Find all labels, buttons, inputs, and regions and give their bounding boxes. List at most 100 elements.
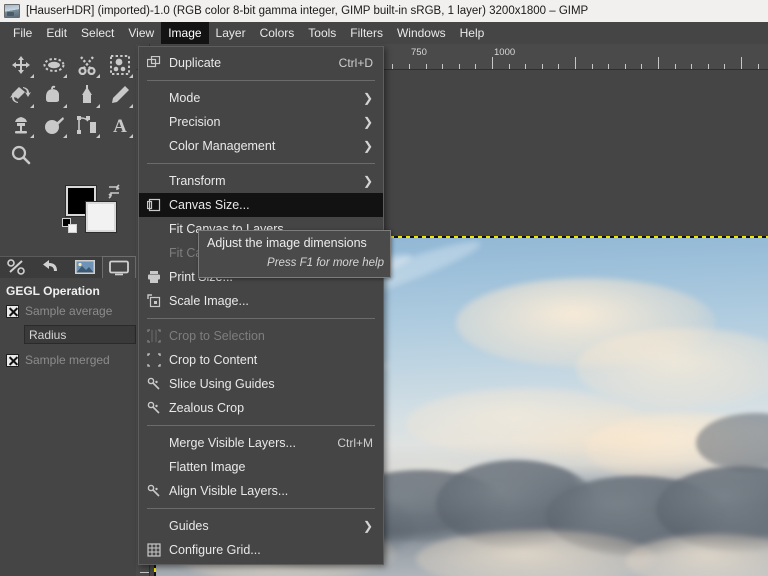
menu-item-label: Merge Visible Layers... — [169, 436, 296, 450]
clone-tool-icon[interactable] — [4, 110, 37, 140]
menu-item-configure-grid[interactable]: Configure Grid... — [139, 538, 383, 562]
menu-item-label: Color Management — [169, 139, 276, 153]
menubar-item-select[interactable]: Select — [74, 22, 121, 44]
menu-item-mode[interactable]: Mode ❯ — [139, 86, 383, 110]
menu-item-label: Flatten Image — [169, 460, 246, 474]
ruler-minor-tick — [691, 64, 692, 69]
sample-merged-label: Sample merged — [25, 353, 110, 367]
tool-triangle-marker — [129, 134, 133, 138]
scale-image-icon — [147, 294, 167, 308]
gradient-tool-icon[interactable] — [70, 80, 103, 110]
menu-item-label: Scale Image... — [169, 294, 249, 308]
reset-colors-icon[interactable] — [62, 218, 78, 234]
paths-tool-icon[interactable] — [70, 110, 103, 140]
menu-item-accel: Ctrl+M — [337, 436, 373, 450]
menu-item-slice-using-guides[interactable]: Slice Using Guides — [139, 372, 383, 396]
tool-triangle-marker — [96, 134, 100, 138]
ellipse-select-tool-icon[interactable] — [37, 50, 70, 80]
menu-item-label: Duplicate — [169, 56, 222, 70]
ruler-minor-tick — [724, 64, 725, 69]
menubar-item-filters[interactable]: Filters — [343, 22, 390, 44]
ruler-minor-tick — [675, 64, 676, 69]
menu-item-crop-to-content[interactable]: Crop to Content — [139, 348, 383, 372]
crop-selection-icon — [147, 329, 167, 343]
menubar-item-view[interactable]: View — [121, 22, 161, 44]
dock-tab-bar — [0, 256, 136, 278]
script-fu-icon — [147, 377, 167, 391]
bucket-fill-tool-icon[interactable] — [37, 80, 70, 110]
print-size-icon — [147, 270, 167, 284]
ruler-minor-tick — [426, 64, 427, 69]
background-color-swatch[interactable] — [86, 202, 116, 232]
text-tool-icon[interactable]: A — [103, 110, 136, 140]
menu-item-zealous-crop[interactable]: Zealous Crop — [139, 396, 383, 420]
gimp-wilber-icon — [4, 4, 20, 18]
menu-item-color-management[interactable]: Color Management ❯ — [139, 134, 383, 158]
grid-icon — [147, 543, 167, 557]
menu-item-accel: Ctrl+D — [338, 56, 373, 70]
menu-item-label: Configure Grid... — [169, 543, 261, 557]
menu-item-crop-to-selection: Crop to Selection — [139, 324, 383, 348]
device-status-tab[interactable] — [102, 256, 136, 278]
ruler-major-tick — [575, 57, 576, 69]
move-tool-icon[interactable] — [4, 50, 37, 80]
swap-colors-icon[interactable] — [106, 184, 122, 200]
undo-history-tab[interactable] — [34, 256, 68, 278]
ruler-major-tick — [741, 57, 742, 69]
zoom-tool-icon[interactable] — [4, 140, 37, 170]
menubar-item-colors[interactable]: Colors — [253, 22, 302, 44]
pencil-tool-icon[interactable] — [103, 80, 136, 110]
menu-item-transform[interactable]: Transform ❯ — [139, 169, 383, 193]
ruler-minor-tick — [525, 64, 526, 69]
ruler-minor-tick — [475, 64, 476, 69]
svg-text:A: A — [113, 116, 127, 135]
menu-item-label: Mode — [169, 91, 201, 105]
radius-input[interactable]: Radius — [24, 325, 136, 344]
reset-white-swatch — [68, 224, 77, 233]
sample-merged-row[interactable]: Sample merged — [6, 353, 130, 367]
fuzzy-select-tool-icon[interactable] — [103, 50, 136, 80]
menu-item-guides[interactable]: Guides ❯ — [139, 514, 383, 538]
ruler-minor-tick — [392, 64, 393, 69]
sample-average-row[interactable]: Sample average — [6, 304, 130, 318]
menu-item-duplicate[interactable]: Duplicate Ctrl+D — [139, 51, 383, 75]
ruler-minor-tick — [442, 64, 443, 69]
menubar-item-image[interactable]: Image — [161, 22, 209, 44]
menu-item-flatten-image[interactable]: Flatten Image — [139, 455, 383, 479]
menubar-item-edit[interactable]: Edit — [39, 22, 74, 44]
ruler-minor-tick — [641, 64, 642, 69]
menu-item-canvas-size[interactable]: Canvas Size... — [139, 193, 383, 217]
menu-item-align-visible-layers[interactable]: Align Visible Layers... — [139, 479, 383, 503]
chevron-right-icon: ❯ — [362, 115, 373, 129]
chevron-right-icon: ❯ — [362, 174, 373, 188]
image-menu-dropdown: Duplicate Ctrl+D Mode ❯ Precision ❯ Colo… — [138, 46, 384, 565]
menu-item-label: Align Visible Layers... — [169, 484, 289, 498]
tool-triangle-marker — [96, 74, 100, 78]
menubar-item-file[interactable]: File — [6, 22, 39, 44]
color-swatches — [62, 184, 132, 238]
title-bar: [HauserHDR] (imported)-1.0 (RGB color 8-… — [0, 0, 768, 22]
menubar-item-tools[interactable]: Tools — [301, 22, 343, 44]
tool-grid: A — [4, 50, 136, 170]
menu-item-precision[interactable]: Precision ❯ — [139, 110, 383, 134]
menubar-item-help[interactable]: Help — [453, 22, 492, 44]
images-tab[interactable] — [68, 256, 102, 278]
vruler-major-tick — [140, 572, 149, 573]
sample-average-checkbox[interactable] — [6, 304, 19, 318]
menu-item-merge-visible-layers[interactable]: Merge Visible Layers... Ctrl+M — [139, 431, 383, 455]
sample-merged-checkbox[interactable] — [6, 353, 19, 367]
unified-transform-tool-icon[interactable] — [4, 80, 37, 110]
tool-options-tab[interactable] — [0, 256, 34, 278]
tool-triangle-marker — [63, 104, 67, 108]
menubar-item-windows[interactable]: Windows — [390, 22, 453, 44]
menu-separator — [147, 318, 375, 319]
ruler-minor-tick — [459, 64, 460, 69]
menubar-item-layer[interactable]: Layer — [209, 22, 253, 44]
ruler-minor-tick — [409, 64, 410, 69]
script-fu-icon — [147, 484, 167, 498]
smudge-tool-icon[interactable] — [37, 110, 70, 140]
menu-bar: File Edit Select View Image Layer Colors… — [0, 22, 768, 44]
scissors-select-tool-icon[interactable] — [70, 50, 103, 80]
menu-item-scale-image[interactable]: Scale Image... — [139, 289, 383, 313]
duplicate-icon — [147, 56, 167, 70]
